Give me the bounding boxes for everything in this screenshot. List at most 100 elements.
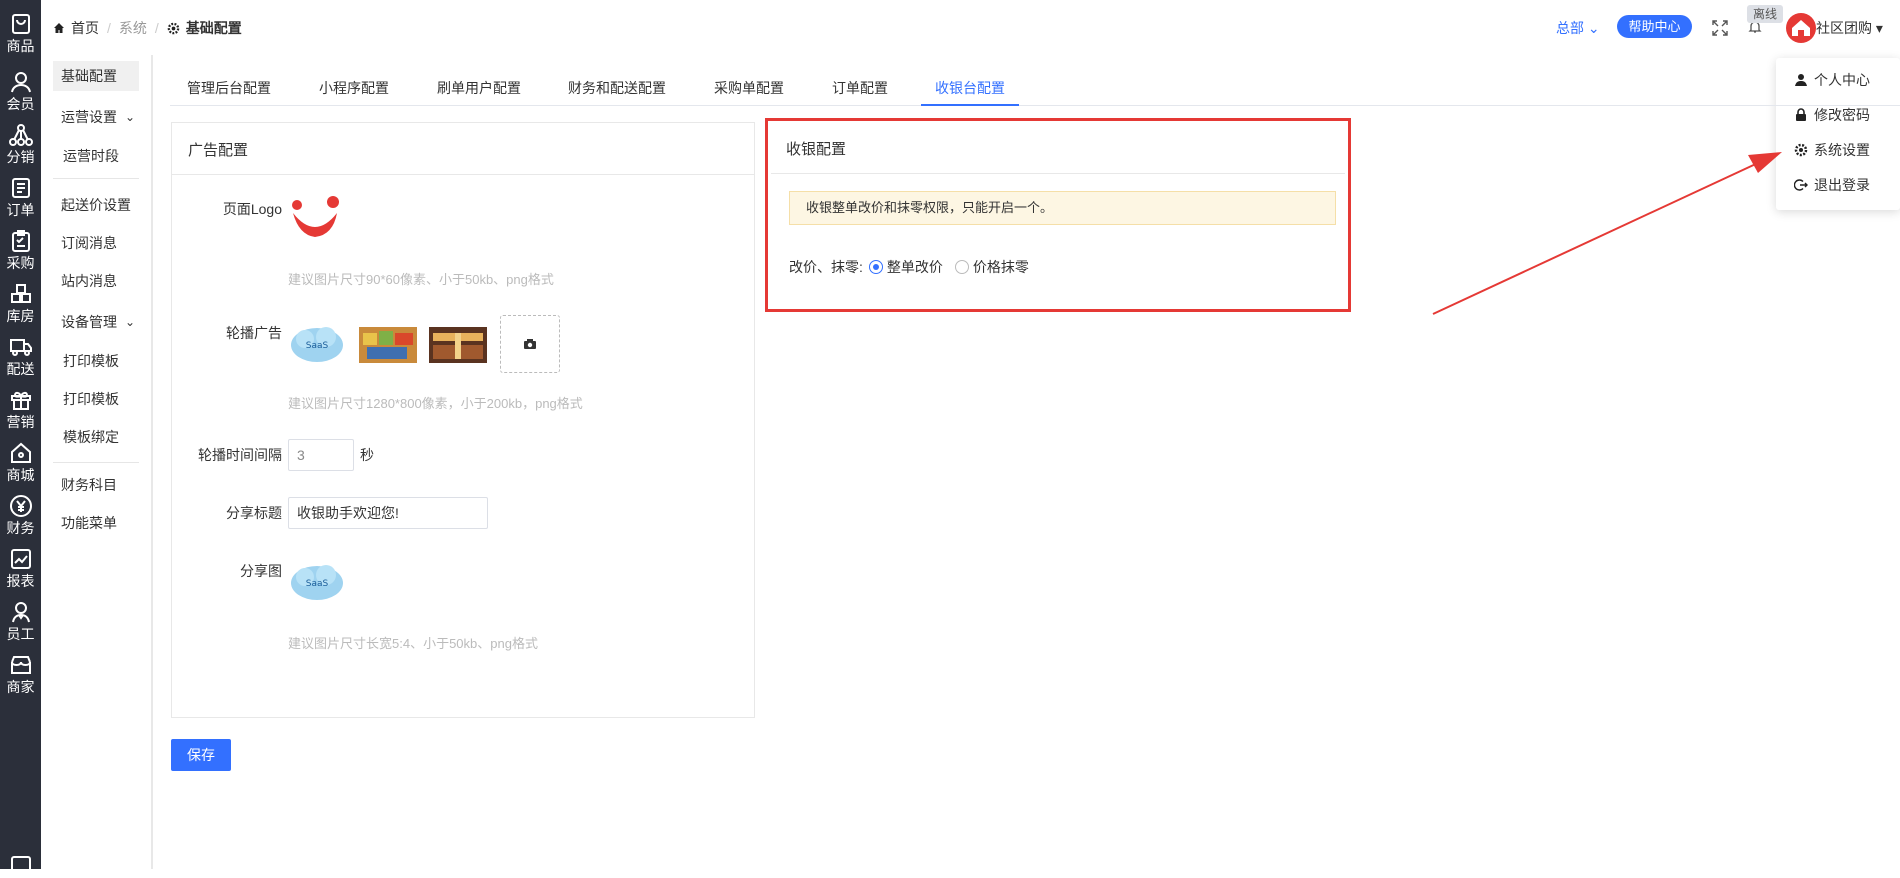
subnav-print-template-1[interactable]: 打印模板	[53, 346, 139, 376]
caret-down-icon: ▾	[1875, 20, 1883, 36]
breadcrumb-separator: /	[107, 20, 111, 36]
subnav-operation-settings[interactable]: 运营设置 ⌄	[53, 102, 139, 132]
saas-text: SaaS	[306, 341, 329, 351]
secondary-sidebar: 基础配置 运营设置 ⌄ 运营时段 起送价设置 订阅消息 站内消息 设备管理 ⌄ …	[41, 0, 153, 869]
nav-warehouse[interactable]: 库房	[0, 278, 41, 334]
tab-admin-config[interactable]: 管理后台配置	[187, 78, 271, 106]
menu-item-label: 退出登录	[1814, 177, 1870, 193]
nav-staff[interactable]: 员工	[0, 596, 41, 652]
subnav-basic-config[interactable]: 基础配置	[53, 61, 139, 91]
nav-more[interactable]	[0, 850, 41, 876]
nav-goods[interactable]: 商品	[0, 8, 41, 64]
subnav-finance-subjects[interactable]: 财务科目	[53, 470, 139, 500]
subnav-min-price[interactable]: 起送价设置	[53, 190, 139, 220]
interval-input[interactable]: 3	[288, 439, 354, 471]
radio-price-round-label[interactable]: 价格抹零	[973, 257, 1029, 277]
logo-image[interactable]	[287, 193, 343, 245]
radio-price-round[interactable]	[954, 260, 969, 274]
share-image-label: 分享图	[240, 563, 282, 579]
banner-image-saas[interactable]: SaaS	[288, 319, 346, 369]
subnav-site-message[interactable]: 站内消息	[53, 266, 139, 296]
breadcrumb: 首页 / 系统 / 基础配置	[53, 18, 242, 38]
panel-title: 广告配置	[188, 142, 249, 159]
cashier-config-panel: 收银配置 收银整单改价和抹零权限，只能开启一个。 改价、抹零: 整单改价 价格抹…	[765, 118, 1351, 312]
store-icon	[10, 442, 31, 463]
shop-icon	[10, 656, 31, 674]
subnav-print-template-2[interactable]: 打印模板	[53, 384, 139, 414]
avatar[interactable]	[1786, 13, 1816, 43]
nav-distribution[interactable]: 分销	[0, 119, 41, 175]
nav-purchase-label: 采购	[6, 255, 35, 271]
subnav-device-management-label: 设备管理	[61, 314, 117, 330]
radio-group-label: 改价、抹零:	[789, 259, 863, 275]
network-icon	[8, 124, 33, 146]
subnav-template-binding[interactable]: 模板绑定	[53, 422, 139, 452]
config-tabs: 管理后台配置 小程序配置 刷单用户配置 财务和配送配置 采购单配置 订单配置 收…	[170, 72, 1900, 106]
user-menu-trigger[interactable]: 社区团购 ▾	[1816, 18, 1883, 38]
share-image[interactable]: SaaS	[288, 557, 346, 607]
nav-merchant[interactable]: 商家	[0, 649, 41, 705]
nav-mall-label: 商城	[6, 467, 35, 483]
tab-brush-user-config[interactable]: 刷单用户配置	[437, 78, 521, 106]
nav-finance[interactable]: 财务	[0, 490, 41, 546]
subnav-device-management[interactable]: 设备管理 ⌄	[53, 307, 139, 337]
user-icon	[10, 72, 31, 93]
nav-report-label: 报表	[6, 573, 35, 589]
user-name: 社区团购	[1816, 20, 1872, 36]
subnav-operation-settings-label: 运营设置	[61, 109, 117, 125]
bag-icon	[11, 14, 30, 34]
divider	[53, 462, 139, 463]
share-title-label: 分享标题	[226, 505, 282, 521]
breadcrumb-current: 基础配置	[185, 20, 242, 36]
tab-cashier-config[interactable]: 收银台配置	[921, 78, 1019, 106]
tab-miniprogram-config[interactable]: 小程序配置	[319, 78, 389, 106]
menu-item-logout[interactable]: 退出登录	[1794, 175, 1870, 195]
breadcrumb-separator: /	[154, 20, 159, 36]
share-image-hint: 建议图片尺寸长宽5:4、小于50kb、png格式	[288, 636, 538, 651]
order-icon	[11, 178, 30, 198]
nav-mall[interactable]: 商城	[0, 437, 41, 493]
interval-label: 轮播时间间隔	[198, 447, 282, 463]
menu-item-label: 系统设置	[1814, 142, 1870, 158]
banner-image-store[interactable]	[429, 319, 487, 369]
produce-image	[359, 327, 417, 363]
notice-alert: 收银整单改价和抹零权限，只能开启一个。	[789, 191, 1336, 225]
subnav-function-menu[interactable]: 功能菜单	[53, 508, 139, 538]
radio-whole-order[interactable]	[868, 260, 883, 274]
breadcrumb-system[interactable]: 系统	[119, 18, 147, 38]
nav-purchase[interactable]: 采购	[0, 225, 41, 281]
org-selector[interactable]: 总部 ⌄	[1556, 18, 1600, 38]
radio-whole-order-label[interactable]: 整单改价	[887, 257, 943, 277]
smile-logo-icon	[292, 196, 339, 237]
chart-icon	[10, 549, 31, 569]
banner-label: 轮播广告	[226, 325, 282, 341]
nav-delivery[interactable]: 配送	[0, 331, 41, 387]
share-title-input[interactable]: 收银助手欢迎您!	[288, 497, 488, 529]
ad-config-panel: 广告配置 页面Logo 建议图片尺寸90*60像素、小于50kb、png格式 轮…	[171, 122, 755, 718]
nav-marketing[interactable]: 营销	[0, 384, 41, 440]
chevron-down-icon: ⌄	[124, 315, 135, 329]
logo-hint: 建议图片尺寸90*60像素、小于50kb、png格式	[288, 272, 554, 287]
menu-item-system-settings[interactable]: 系统设置	[1794, 140, 1870, 160]
subnav-subscription[interactable]: 订阅消息	[53, 228, 139, 258]
nav-order[interactable]: 订单	[0, 172, 41, 228]
nav-member[interactable]: 会员	[0, 66, 41, 122]
panel-title: 收银配置	[786, 141, 847, 158]
fullscreen-icon[interactable]	[1712, 20, 1728, 36]
breadcrumb-home[interactable]: 首页	[71, 18, 99, 38]
tab-finance-delivery-config[interactable]: 财务和配送配置	[568, 78, 666, 106]
banner-upload-button[interactable]	[500, 315, 560, 373]
nav-merchant-label: 商家	[6, 679, 35, 695]
menu-item-change-password[interactable]: 修改密码	[1794, 105, 1870, 125]
nav-marketing-label: 营销	[6, 414, 35, 430]
save-button[interactable]: 保存	[171, 739, 231, 771]
help-center-button[interactable]: 帮助中心	[1617, 15, 1692, 38]
tab-purchase-config[interactable]: 采购单配置	[714, 78, 784, 106]
gift-icon	[10, 391, 31, 410]
tab-order-config[interactable]: 订单配置	[832, 78, 888, 106]
divider	[53, 178, 139, 179]
banner-image-produce[interactable]	[359, 319, 417, 369]
nav-report[interactable]: 报表	[0, 543, 41, 599]
subnav-operation-hours[interactable]: 运营时段	[53, 141, 139, 171]
yen-icon	[9, 495, 32, 517]
